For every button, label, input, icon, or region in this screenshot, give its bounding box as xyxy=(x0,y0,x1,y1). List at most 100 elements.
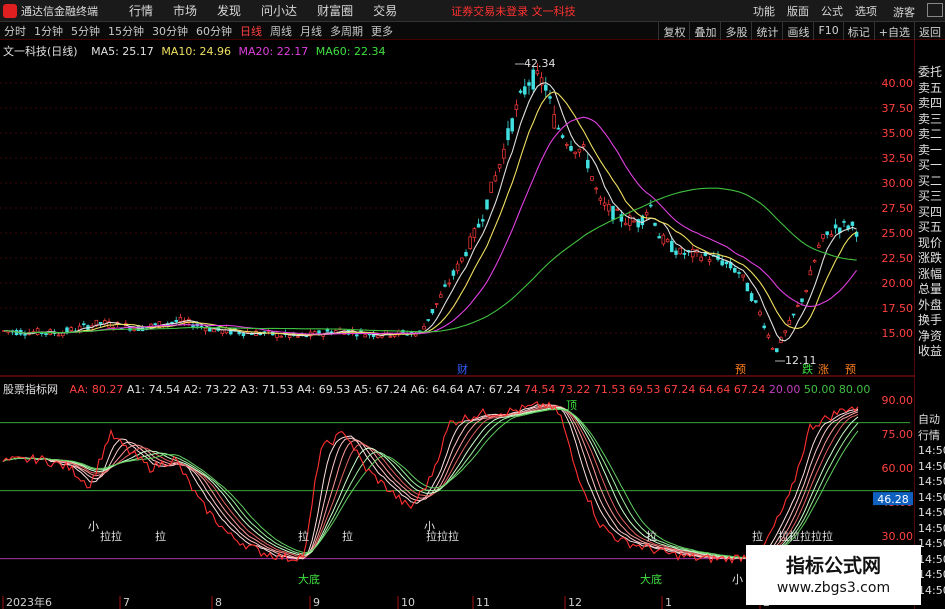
candle-body xyxy=(577,148,582,153)
menu-discover[interactable]: 发现 xyxy=(207,2,251,19)
candle-body xyxy=(581,144,586,147)
period-more[interactable]: 更多 xyxy=(367,23,397,39)
draw-line-button[interactable]: 画线 xyxy=(782,22,813,40)
time-label: 14:50 xyxy=(918,506,945,519)
menu-trade[interactable]: 交易 xyxy=(363,2,407,19)
price-axis-label: 27.50 xyxy=(882,202,914,215)
candle-body xyxy=(363,334,367,338)
indicator-annotation: 拉 xyxy=(342,529,353,543)
candle-body xyxy=(594,187,598,190)
candle-body xyxy=(569,146,573,151)
window-control-icon[interactable] xyxy=(927,3,943,17)
back-button[interactable]: 返回 xyxy=(914,22,945,40)
indicator-annotation: 顶 xyxy=(566,399,577,412)
candle-body xyxy=(44,333,48,335)
line-value: 74.54 xyxy=(523,383,556,396)
login-status[interactable]: 证券交易未登录 文一科技 xyxy=(451,3,576,19)
candle-body xyxy=(170,321,174,324)
candle-body xyxy=(682,252,687,255)
time-label: 14:50 xyxy=(918,521,945,535)
candle-body xyxy=(560,135,565,138)
multi-stock-button[interactable]: 多股 xyxy=(720,22,751,40)
menu-market[interactable]: 市场 xyxy=(163,2,207,19)
period-60min[interactable]: 60分钟 xyxy=(192,23,236,39)
order-book-label: 买二 xyxy=(918,173,943,188)
event-marker: 预 xyxy=(845,363,856,376)
menu-ask[interactable]: 问小达 xyxy=(251,2,307,19)
period-1min[interactable]: 1分钟 xyxy=(30,23,67,39)
candle-body xyxy=(842,221,846,223)
period-5min[interactable]: 5分钟 xyxy=(67,23,104,39)
candle-body xyxy=(707,259,712,262)
indicator-annotation: 拉 xyxy=(752,529,763,543)
overlay-button[interactable]: 叠加 xyxy=(689,22,720,40)
f10-button[interactable]: F10 xyxy=(813,22,842,40)
period-daily[interactable]: 日线 xyxy=(236,23,266,39)
indicator-name: 股票指标网 xyxy=(3,383,58,396)
candle-body xyxy=(850,221,855,226)
candle-body xyxy=(649,204,653,207)
order-book-label: 买一 xyxy=(918,158,943,172)
menu-function[interactable]: 功能 xyxy=(747,3,781,19)
candle-body xyxy=(388,335,393,338)
period-weekly[interactable]: 周线 xyxy=(266,23,296,39)
event-marker: 预 xyxy=(735,363,746,376)
candle-body xyxy=(472,228,477,238)
add-watchlist-button[interactable]: +自选 xyxy=(873,22,914,40)
price-axis-label: 35.00 xyxy=(882,127,914,140)
time-label: 14:50 xyxy=(918,552,945,566)
menu-options[interactable]: 选项 xyxy=(849,3,883,19)
candle-body xyxy=(451,270,456,276)
candle-body xyxy=(829,234,834,237)
restore-rights-button[interactable]: 复权 xyxy=(658,22,689,40)
period-multi[interactable]: 多周期 xyxy=(326,23,367,39)
indicator-annotation: 拉拉 xyxy=(100,529,122,543)
candle-body xyxy=(174,320,178,323)
guest-label[interactable]: 游客 xyxy=(893,4,915,20)
menu-quotes[interactable]: 行情 xyxy=(119,2,163,19)
candle-body xyxy=(485,199,489,210)
candle-body xyxy=(531,69,535,90)
order-book-label: 买五 xyxy=(918,220,943,234)
candle-body xyxy=(833,224,838,229)
statistics-button[interactable]: 统计 xyxy=(751,22,782,40)
menu-wealth[interactable]: 财富圈 xyxy=(307,2,363,19)
sub-axis-label: 75.00 xyxy=(882,428,914,441)
candle-body xyxy=(556,127,561,130)
candle-body xyxy=(203,328,208,332)
ma60-legend: MA60: 22.34 xyxy=(315,45,386,58)
menu-formula[interactable]: 公式 xyxy=(815,3,849,19)
candle-body xyxy=(527,82,531,86)
period-timeshare[interactable]: 分时 xyxy=(0,23,30,39)
date-axis-label: 11 xyxy=(476,596,490,609)
period-monthly[interactable]: 月线 xyxy=(296,23,326,39)
aa-value: AA: 80.27 xyxy=(69,383,124,396)
candle-body xyxy=(237,331,241,335)
menu-layout[interactable]: 版面 xyxy=(781,3,815,19)
candle-body xyxy=(699,256,703,262)
time-label: 自动 xyxy=(918,413,940,426)
candle-body xyxy=(800,298,804,302)
indicator-annotation: 小 xyxy=(88,520,99,533)
date-axis-label: 9 xyxy=(313,596,320,609)
candle-body xyxy=(241,333,246,337)
watermark: 指标公式网 www.zbgs3.com xyxy=(746,545,921,605)
order-book-label: 买三 xyxy=(918,189,943,203)
high-price-label: 42.34 xyxy=(524,57,556,70)
current-value-label: 46.28 xyxy=(877,493,909,506)
mark-button[interactable]: 标记 xyxy=(842,22,874,40)
candle-body xyxy=(615,209,619,211)
candle-body xyxy=(670,240,674,253)
candle-body xyxy=(325,329,330,332)
order-book-label: 卖三 xyxy=(918,111,943,126)
line-value: 69.53 xyxy=(628,383,661,396)
candle-body xyxy=(678,247,682,255)
period-15min[interactable]: 15分钟 xyxy=(104,23,148,39)
period-30min[interactable]: 30分钟 xyxy=(148,23,192,39)
candle-body xyxy=(602,202,607,206)
a5-value: A5: 67.24 xyxy=(353,383,407,396)
stock-chart[interactable]: 40.00 37.50 35.00 32.50 30.00 27.50 25.00 22.50… xyxy=(0,40,915,609)
candle-body xyxy=(35,328,40,336)
candle-body xyxy=(661,234,666,245)
event-marker: 跌 xyxy=(802,362,813,376)
